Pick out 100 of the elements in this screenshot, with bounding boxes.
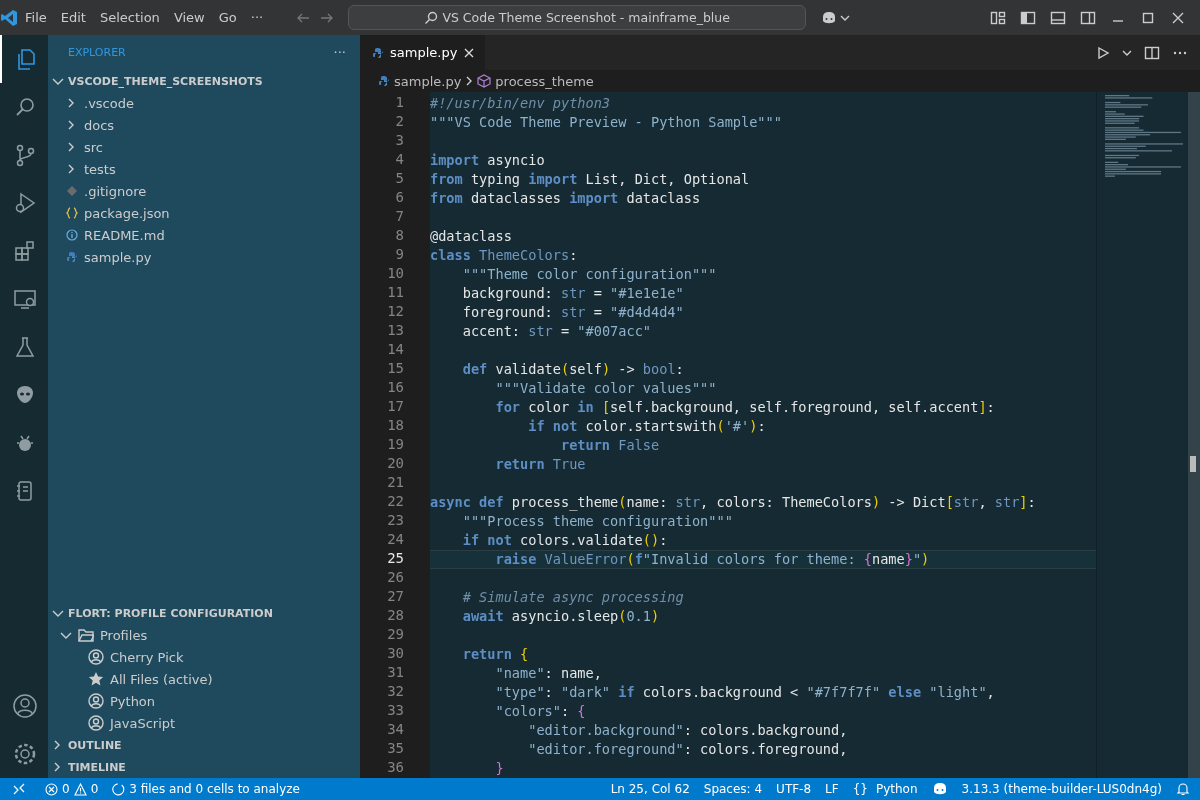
explorer-file[interactable]: sample.py — [84, 249, 152, 265]
line-number: 20 — [386, 455, 405, 473]
interpreter[interactable]: 3.13.3 (theme-builder-LUS0dn4g) — [954, 782, 1169, 796]
explorer-folder[interactable]: .vscode — [84, 95, 134, 111]
code-line: def validate(self) -> bool: — [461, 361, 684, 377]
secondary-sidebar-icon[interactable] — [1080, 9, 1096, 26]
info-file-icon — [66, 229, 78, 241]
code-line: "name": name, — [494, 665, 602, 681]
error-icon — [45, 782, 58, 796]
profile-item[interactable]: Cherry Pick — [110, 649, 184, 665]
layout-icon[interactable] — [990, 9, 1006, 26]
breadcrumb-item[interactable]: sample.py — [394, 73, 462, 89]
explorer-file[interactable]: README.md — [84, 227, 165, 243]
section-header[interactable]: OUTLINE — [68, 738, 122, 752]
code-line: accent: str = "#007acc" — [461, 323, 651, 339]
line-number: 31 — [386, 664, 405, 682]
line-number: 25 — [386, 550, 405, 568]
copilot-icon[interactable] — [931, 782, 948, 796]
line-ending[interactable]: LF — [818, 782, 846, 796]
menu-item[interactable]: ··· — [243, 7, 271, 28]
line-number: 30 — [386, 645, 405, 663]
editor-tab[interactable]: sample.py — [360, 35, 486, 70]
close-icon[interactable] — [463, 46, 476, 59]
run-debug-icon[interactable] — [13, 191, 37, 215]
line-number: 32 — [386, 683, 405, 701]
breadcrumb-item[interactable]: process_theme — [495, 73, 594, 89]
code-line: "colors": { — [494, 703, 586, 719]
extensions-icon[interactable] — [13, 239, 37, 263]
python-file-icon — [66, 251, 78, 263]
code-line: } — [494, 760, 504, 776]
run-icon[interactable] — [1096, 45, 1110, 60]
line-number: 33 — [386, 702, 405, 720]
line-number: 13 — [386, 322, 405, 340]
line-number: 22 — [386, 493, 405, 511]
person-icon — [88, 649, 104, 665]
more-actions-button[interactable]: ··· — [333, 45, 346, 60]
panel-toggle-icon[interactable] — [1050, 9, 1066, 26]
python-file-icon — [378, 75, 390, 87]
code-line: return { — [461, 646, 529, 662]
line-number: 36 — [386, 759, 405, 777]
flask-icon[interactable] — [13, 335, 37, 359]
split-editor-icon[interactable] — [1144, 44, 1160, 61]
profile-item[interactable]: JavaScript — [110, 715, 176, 731]
line-number: 8 — [394, 227, 405, 245]
problems-button[interactable]: 0 0 — [38, 782, 106, 796]
section-header[interactable]: TIMELINE — [68, 760, 126, 774]
explorer-file[interactable]: .gitignore — [84, 183, 147, 199]
cursor-position[interactable]: Ln 25, Col 62 — [603, 782, 697, 796]
menu-item[interactable]: Selection — [92, 7, 167, 28]
code-line: return True — [494, 456, 586, 472]
code-line: @dataclass — [430, 228, 512, 244]
section-header[interactable]: VSCODE_THEME_SCREENSHOTS — [68, 74, 263, 88]
line-number: 7 — [394, 208, 405, 226]
analysis-status[interactable]: 3 files and 0 cells to analyze — [105, 782, 307, 796]
code-line: # Simulate async processing — [461, 589, 684, 605]
menu-item[interactable]: Go — [211, 7, 244, 28]
line-number: 29 — [386, 626, 405, 644]
menu-item[interactable]: File — [18, 7, 54, 28]
warning-icon — [73, 782, 87, 796]
line-number: 24 — [386, 531, 405, 549]
code-line: background: str = "#1e1e1e" — [461, 285, 684, 301]
line-number: 21 — [386, 474, 405, 492]
scrollbar-thumb[interactable] — [1190, 456, 1196, 472]
code-line: """Validate color values""" — [494, 380, 717, 396]
python-file-icon — [372, 46, 384, 59]
profile-item[interactable]: Python — [110, 693, 156, 709]
explorer-folder[interactable]: docs — [84, 117, 115, 133]
code-line: if not color.startswith('#'): — [527, 418, 766, 434]
remote-icon — [12, 782, 26, 796]
encoding[interactable]: UTF-8 — [769, 782, 819, 796]
line-number: 3 — [394, 132, 405, 150]
spinner-icon — [112, 782, 126, 796]
folder-icon — [78, 628, 94, 642]
code-line: """VS Code Theme Preview - Python Sample""" — [430, 114, 782, 130]
line-number: 6 — [394, 189, 405, 207]
code-line: raise ValueError(f"Invalid colors for theme: {name}") — [494, 551, 930, 567]
command-center-field[interactable]: VS Code Theme Screenshot - mainframe_blue — [348, 5, 807, 30]
bell-icon[interactable] — [1176, 782, 1190, 796]
sidebar-title: EXPLORER — [68, 46, 126, 59]
line-number: 35 — [386, 740, 405, 758]
explorer-file[interactable]: package.json — [84, 205, 170, 221]
code-line: #!/usr/bin/env python3 — [430, 95, 611, 111]
explorer-folder[interactable]: src — [84, 139, 103, 155]
remote-explorer-icon[interactable] — [13, 287, 37, 311]
indentation[interactable]: Spaces: 4 — [696, 782, 770, 796]
code-line: "editor.foreground": colors.foreground, — [527, 741, 848, 757]
star-icon — [88, 671, 104, 687]
account-icon[interactable] — [12, 693, 38, 719]
sidebar-toggle-icon[interactable] — [1020, 9, 1036, 26]
line-number: 34 — [386, 721, 405, 739]
profile-item[interactable]: All Files (active) — [110, 671, 213, 687]
menu-item[interactable]: Edit — [53, 7, 93, 28]
menu-item[interactable]: View — [166, 7, 212, 28]
explorer-folder[interactable]: tests — [84, 161, 116, 177]
line-number: 5 — [394, 170, 405, 188]
settings-icon[interactable] — [12, 741, 38, 767]
tree-item[interactable]: Profiles — [100, 627, 148, 643]
line-number: 2 — [394, 113, 405, 131]
language-mode[interactable]: {} Python — [845, 782, 925, 796]
section-header[interactable]: FLORT: PROFILE CONFIGURATION — [68, 606, 273, 620]
